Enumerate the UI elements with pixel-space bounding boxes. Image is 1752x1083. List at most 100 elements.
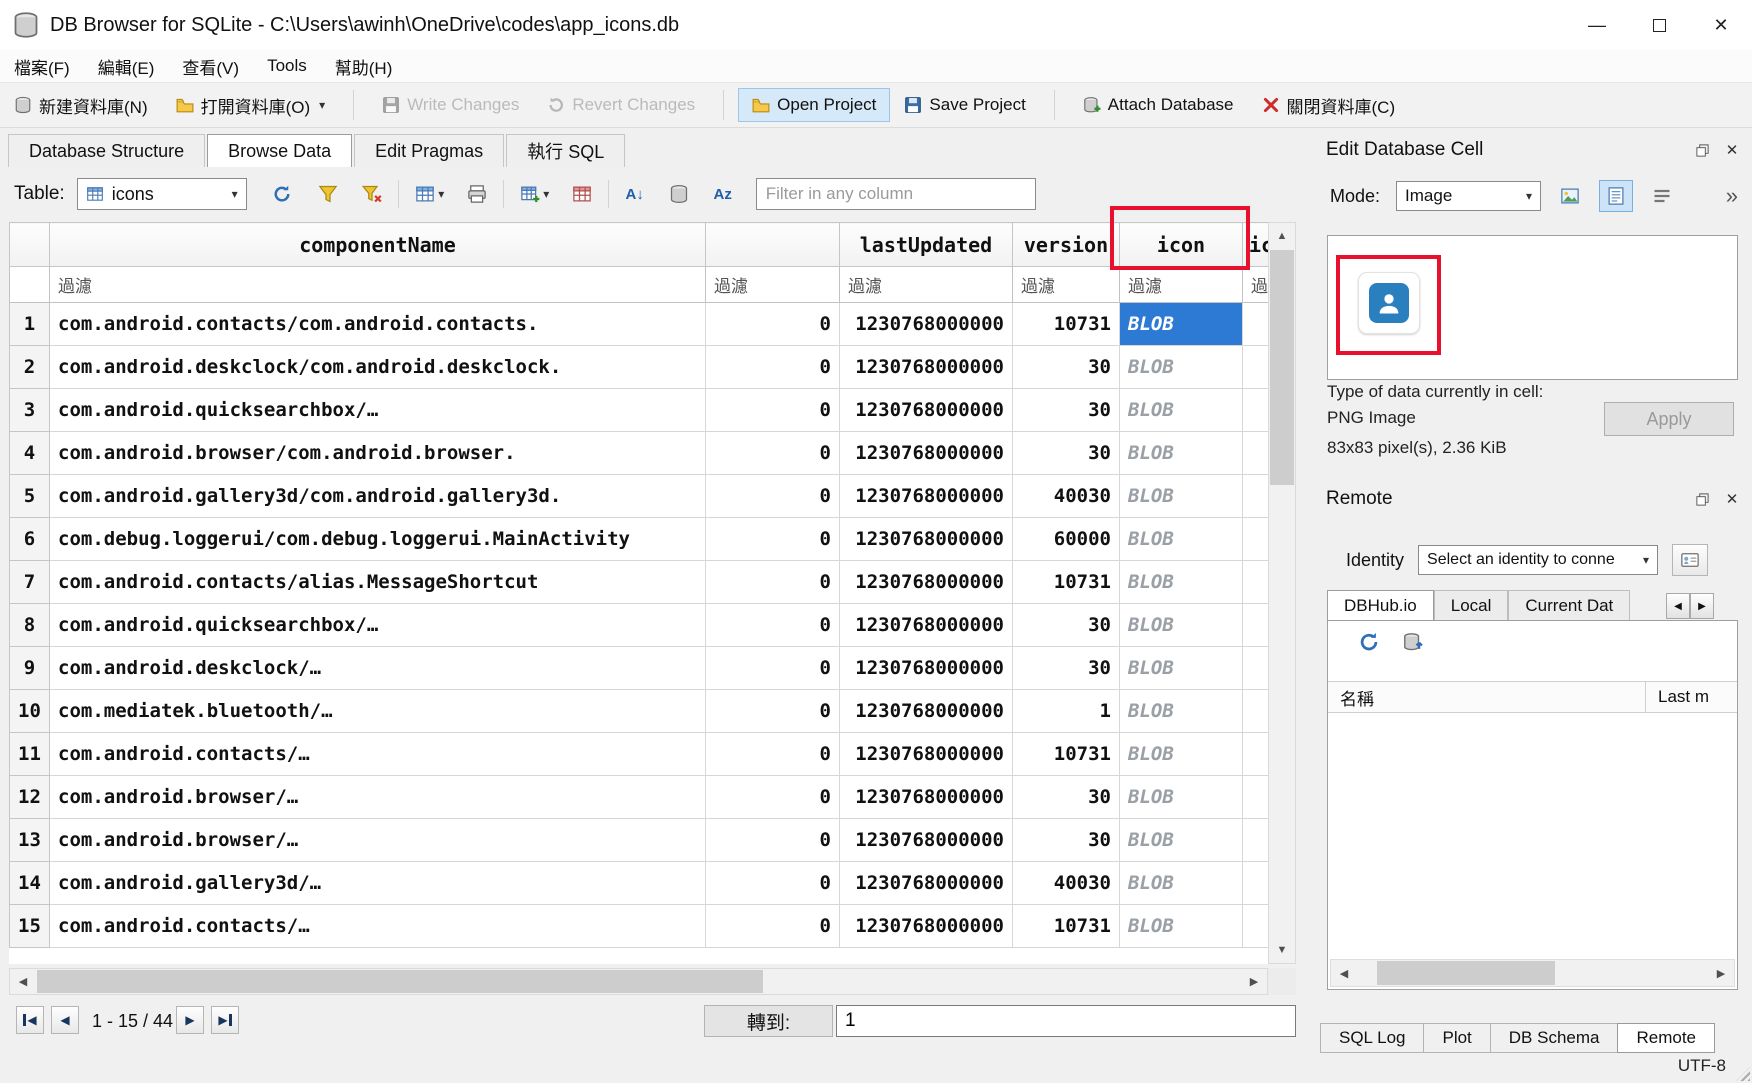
tab-edit-pragmas[interactable]: Edit Pragmas <box>354 134 504 167</box>
cell-icon[interactable]: BLOB <box>1120 475 1243 518</box>
cell-icon[interactable]: BLOB <box>1120 862 1243 905</box>
cell-overflow[interactable] <box>1243 518 1269 561</box>
scroll-left-icon[interactable]: ◀ <box>1331 960 1357 986</box>
tab-sql-log[interactable]: SQL Log <box>1320 1023 1424 1053</box>
row-number[interactable]: 1 <box>10 303 50 346</box>
cell-icon[interactable]: BLOB <box>1120 733 1243 776</box>
cell-componentName[interactable]: com.android.gallery3d/com.android.galler… <box>50 475 706 518</box>
tab-scroll-left-button[interactable]: ◀ <box>1666 593 1690 619</box>
column-header-icon[interactable]: icon <box>1120 223 1243 267</box>
cell-lastUpdated[interactable]: 1230768000000 <box>840 518 1013 561</box>
cell-profileId[interactable]: 0 <box>706 389 840 432</box>
row-number[interactable]: 12 <box>10 776 50 819</box>
cell-icon[interactable]: BLOB <box>1120 389 1243 432</box>
cell-overflow[interactable] <box>1243 862 1269 905</box>
cell-version[interactable]: 40030 <box>1013 475 1120 518</box>
tab-plot[interactable]: Plot <box>1423 1023 1490 1053</box>
last-page-button[interactable]: ▶ <box>211 1006 239 1034</box>
filter-componentName[interactable]: 過濾 <box>50 267 706 303</box>
scroll-right-icon[interactable]: ▶ <box>1241 969 1267 994</box>
manage-identities-button[interactable] <box>1672 544 1708 576</box>
remote-refresh-button[interactable] <box>1358 631 1380 653</box>
row-number[interactable]: 2 <box>10 346 50 389</box>
remote-horizontal-scrollbar[interactable]: ◀ ▶ <box>1330 959 1735 987</box>
cell-lastUpdated[interactable]: 1230768000000 <box>840 819 1013 862</box>
filter-version[interactable]: 過濾 <box>1013 267 1120 303</box>
row-number[interactable]: 15 <box>10 905 50 948</box>
vertical-scrollbar[interactable]: ▲ ▼ <box>1268 222 1296 964</box>
identity-select[interactable]: Select an identity to conne ▾ <box>1418 545 1658 575</box>
open-project-button[interactable]: Open Project <box>738 88 890 122</box>
scroll-up-icon[interactable]: ▲ <box>1269 223 1295 249</box>
row-number[interactable]: 9 <box>10 647 50 690</box>
cell-profileId[interactable]: 0 <box>706 733 840 776</box>
tab-local[interactable]: Local <box>1434 590 1509 621</box>
cell-version[interactable]: 60000 <box>1013 518 1120 561</box>
cell-profileId[interactable]: 0 <box>706 647 840 690</box>
cell-componentName[interactable]: com.android.contacts/… <box>50 905 706 948</box>
cell-version[interactable]: 30 <box>1013 346 1120 389</box>
cell-version[interactable]: 30 <box>1013 604 1120 647</box>
tab-execute-sql[interactable]: 執行 SQL <box>506 134 625 167</box>
tab-remote[interactable]: Remote <box>1617 1023 1715 1053</box>
more-options-icon[interactable]: » <box>1726 183 1738 209</box>
cell-version[interactable]: 1 <box>1013 690 1120 733</box>
cell-overflow[interactable] <box>1243 346 1269 389</box>
cell-overflow[interactable] <box>1243 389 1269 432</box>
cell-overflow[interactable] <box>1243 475 1269 518</box>
cell-profileId[interactable]: 0 <box>706 518 840 561</box>
row-number[interactable]: 11 <box>10 733 50 776</box>
next-page-button[interactable]: ▶ <box>176 1006 204 1034</box>
cell-profileId[interactable]: 0 <box>706 862 840 905</box>
font-case-button[interactable]: Az <box>706 177 740 211</box>
cell-icon[interactable]: BLOB <box>1120 647 1243 690</box>
cell-version[interactable]: 30 <box>1013 389 1120 432</box>
cell-lastUpdated[interactable]: 1230768000000 <box>840 733 1013 776</box>
float-panel-button[interactable] <box>1690 488 1714 510</box>
table-select[interactable]: icons ▾ <box>77 178 247 210</box>
corner-header[interactable] <box>10 223 50 267</box>
cell-version[interactable]: 30 <box>1013 432 1120 475</box>
cell-lastUpdated[interactable]: 1230768000000 <box>840 389 1013 432</box>
database-encoding-button[interactable] <box>662 177 696 211</box>
cell-icon[interactable]: BLOB <box>1120 346 1243 389</box>
cell-version[interactable]: 30 <box>1013 776 1120 819</box>
cell-overflow[interactable] <box>1243 604 1269 647</box>
upload-database-button[interactable] <box>1402 631 1424 653</box>
cell-profileId[interactable]: 0 <box>706 776 840 819</box>
filter-overflow[interactable]: 過濾 <box>1243 267 1269 303</box>
cell-lastUpdated[interactable]: 1230768000000 <box>840 690 1013 733</box>
open-database-button[interactable]: 打開資料庫(O) ▾ <box>162 86 340 125</box>
cell-overflow[interactable] <box>1243 733 1269 776</box>
row-number[interactable]: 8 <box>10 604 50 647</box>
row-number[interactable]: 10 <box>10 690 50 733</box>
row-number[interactable]: 3 <box>10 389 50 432</box>
menu-edit[interactable]: 編輯(E) <box>84 50 169 82</box>
new-database-button[interactable]: 新建資料庫(N) <box>0 86 162 125</box>
print-button[interactable] <box>460 177 494 211</box>
cell-icon[interactable]: BLOB <box>1120 518 1243 561</box>
cell-icon[interactable]: BLOB <box>1120 905 1243 948</box>
cell-componentName[interactable]: com.android.browser/com.android.browser. <box>50 432 706 475</box>
delete-record-button[interactable] <box>565 177 599 211</box>
cell-overflow[interactable] <box>1243 561 1269 604</box>
row-number[interactable]: 13 <box>10 819 50 862</box>
word-wrap-button[interactable] <box>1645 180 1679 212</box>
cell-profileId[interactable]: 0 <box>706 432 840 475</box>
close-database-button[interactable]: 關閉資料庫(C) <box>1248 86 1410 125</box>
scroll-left-icon[interactable]: ◀ <box>10 969 36 994</box>
row-number[interactable]: 6 <box>10 518 50 561</box>
cell-profileId[interactable]: 0 <box>706 604 840 647</box>
cell-version[interactable]: 30 <box>1013 647 1120 690</box>
filter-lastUpdated[interactable]: 過濾 <box>840 267 1013 303</box>
row-number[interactable]: 14 <box>10 862 50 905</box>
tab-scroll-right-button[interactable]: ▶ <box>1690 593 1714 619</box>
tab-database-structure[interactable]: Database Structure <box>8 134 205 167</box>
column-header-overflow[interactable]: ic <box>1243 223 1269 267</box>
column-header-version[interactable]: version <box>1013 223 1120 267</box>
cell-version[interactable]: 10731 <box>1013 303 1120 346</box>
cell-overflow[interactable] <box>1243 303 1269 346</box>
scroll-right-icon[interactable]: ▶ <box>1708 960 1734 986</box>
cell-componentName[interactable]: com.mediatek.bluetooth/… <box>50 690 706 733</box>
cell-icon[interactable]: BLOB <box>1120 776 1243 819</box>
